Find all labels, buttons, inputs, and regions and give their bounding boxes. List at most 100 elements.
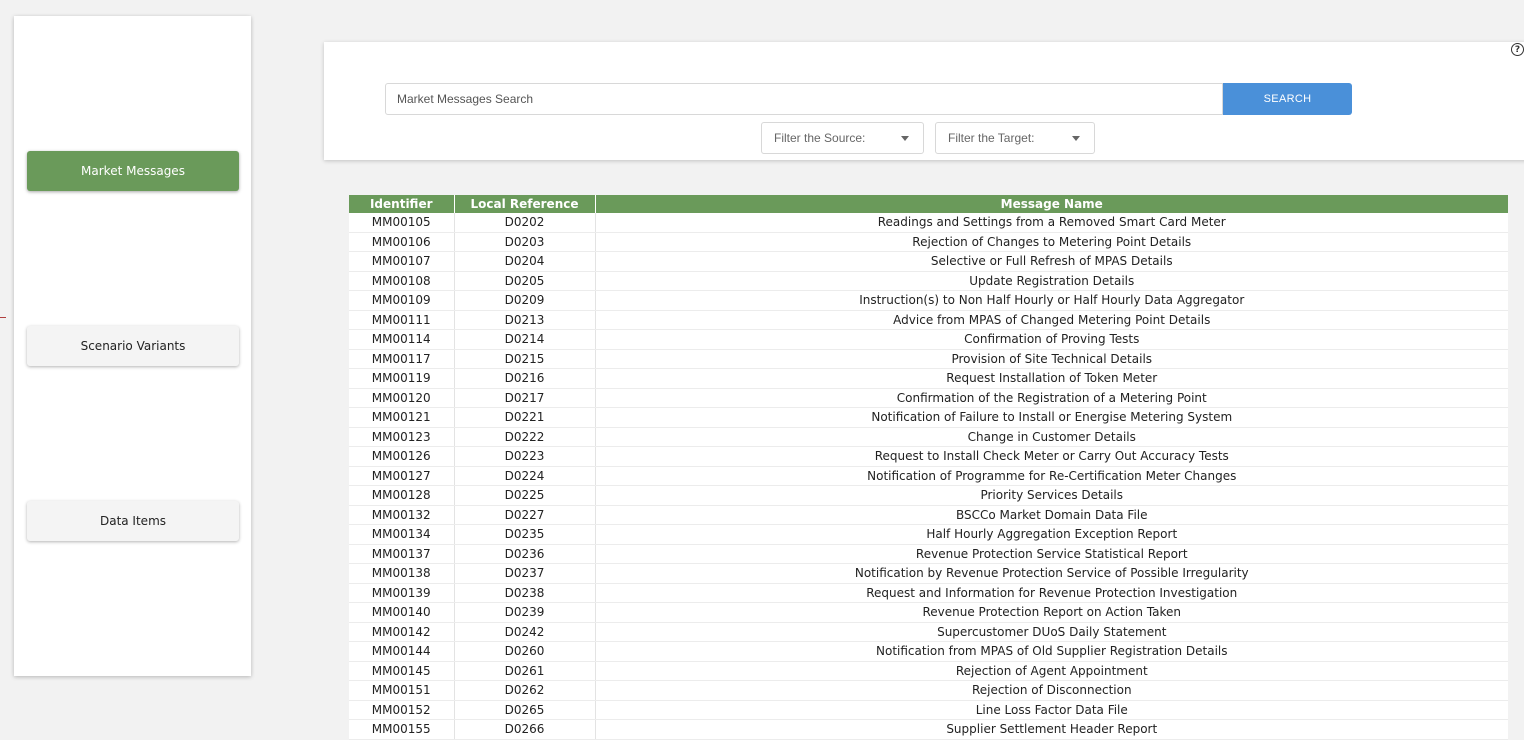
table-row[interactable]: MM00144 D0260 Notification from MPAS of Ol… xyxy=(349,641,1508,662)
cell-identifier: MM00105 xyxy=(349,213,455,233)
cell-message-name: Revenue Protection Report on Action Take… xyxy=(595,602,1508,623)
column-header-identifier[interactable]: Identifier xyxy=(349,195,455,213)
table-row[interactable]: MM00107 D0204 Selective or Full Refresh of… xyxy=(349,251,1508,272)
cell-identifier: MM00138 xyxy=(349,563,455,584)
cell-local-reference: D0202 xyxy=(454,213,596,233)
cell-message-name: Notification by Revenue Protection Servi… xyxy=(595,563,1508,584)
cell-identifier: MM00108 xyxy=(349,271,455,291)
cell-local-reference: D0205 xyxy=(454,271,596,291)
cell-message-name: Provision of Site Technical Details xyxy=(595,349,1508,369)
sidebar: Market Messages Scenario Variants Data I… xyxy=(14,16,251,676)
cell-message-name: Rejection of Agent Appointment xyxy=(595,661,1508,681)
chevron-down-icon xyxy=(901,136,909,141)
filter-source-select[interactable]: Filter the Source: xyxy=(761,122,924,154)
table-row[interactable]: MM00121 D0221 Notification of Failure to I… xyxy=(349,407,1508,428)
table-row[interactable]: MM00139 D0238 Request and Information for … xyxy=(349,583,1508,603)
table-row[interactable]: MM00120 D0217 Confirmation of the Registra… xyxy=(349,388,1508,408)
table-row[interactable]: MM00138 D0237 Notification by Revenue Prot… xyxy=(349,563,1508,584)
cell-message-name: Supplier Settlement Header Report xyxy=(595,719,1508,740)
cell-identifier: MM00144 xyxy=(349,641,455,662)
cell-message-name: Notification of Failure to Install or En… xyxy=(595,407,1508,428)
table-row[interactable]: MM00106 D0203 Rejection of Changes to Mete… xyxy=(349,232,1508,252)
table-row[interactable]: MM00132 D0227 BSCCo Market Domain Data Fil… xyxy=(349,505,1508,525)
search-button[interactable]: SEARCH xyxy=(1223,83,1352,115)
cell-local-reference: D0262 xyxy=(454,680,596,701)
cell-identifier: MM00152 xyxy=(349,700,455,720)
cell-message-name: Line Loss Factor Data File xyxy=(595,700,1508,720)
cell-message-name: Request and Information for Revenue Prot… xyxy=(595,583,1508,603)
sidebar-item-data-items[interactable]: Data Items xyxy=(27,501,239,541)
table-row[interactable]: MM00155 D0266 Supplier Settlement Header R… xyxy=(349,719,1508,740)
column-header-message-name[interactable]: Message Name xyxy=(595,195,1508,213)
cell-message-name: Confirmation of the Registration of a Me… xyxy=(595,388,1508,408)
cell-message-name: Request to Install Check Meter or Carry … xyxy=(595,446,1508,467)
cell-local-reference: D0215 xyxy=(454,349,596,369)
cell-identifier: MM00121 xyxy=(349,407,455,428)
table-row[interactable]: MM00105 D0202 Readings and Settings from a… xyxy=(349,213,1508,233)
table-row[interactable]: MM00151 D0262 Rejection of Disconnection xyxy=(349,680,1508,701)
table-header-row: Identifier Local Reference Message Name xyxy=(349,195,1508,213)
cell-identifier: MM00151 xyxy=(349,680,455,701)
table-row[interactable]: MM00111 D0213 Advice from MPAS of Changed … xyxy=(349,310,1508,330)
cell-message-name: Request Installation of Token Meter xyxy=(595,368,1508,389)
table-row[interactable]: MM00137 D0236 Revenue Protection Service S… xyxy=(349,544,1508,564)
search-panel: SEARCH Filter the Source: Filter the Tar… xyxy=(324,42,1524,160)
cell-message-name: Half Hourly Aggregation Exception Report xyxy=(595,524,1508,545)
cell-local-reference: D0265 xyxy=(454,700,596,720)
table-row[interactable]: MM00123 D0222 Change in Customer Details xyxy=(349,427,1508,447)
help-icon[interactable]: ? xyxy=(1511,43,1524,56)
cell-local-reference: D0223 xyxy=(454,446,596,467)
sidebar-item-label: Market Messages xyxy=(81,164,185,178)
table-row[interactable]: MM00140 D0239 Revenue Protection Report on… xyxy=(349,602,1508,623)
search-input[interactable] xyxy=(385,83,1223,115)
sidebar-item-scenario-variants[interactable]: Scenario Variants xyxy=(27,326,239,366)
cell-identifier: MM00139 xyxy=(349,583,455,603)
cell-local-reference: D0221 xyxy=(454,407,596,428)
table-row[interactable]: MM00134 D0235 Half Hourly Aggregation Exce… xyxy=(349,524,1508,545)
cell-identifier: MM00119 xyxy=(349,368,455,389)
table-row[interactable]: MM00119 D0216 Request Installation of Toke… xyxy=(349,368,1508,389)
cell-local-reference: D0209 xyxy=(454,290,596,311)
cell-local-reference: D0222 xyxy=(454,427,596,447)
cell-local-reference: D0266 xyxy=(454,719,596,740)
filter-source-label: Filter the Source: xyxy=(774,131,866,145)
filter-target-label: Filter the Target: xyxy=(948,131,1035,145)
cell-local-reference: D0261 xyxy=(454,661,596,681)
cell-identifier: MM00134 xyxy=(349,524,455,545)
filter-target-select[interactable]: Filter the Target: xyxy=(935,122,1095,154)
table-row[interactable]: MM00145 D0261 Rejection of Agent Appointme… xyxy=(349,661,1508,681)
table-row[interactable]: MM00109 D0209 Instruction(s) to Non Half H… xyxy=(349,290,1508,311)
cell-identifier: MM00106 xyxy=(349,232,455,252)
cell-identifier: MM00128 xyxy=(349,485,455,506)
cell-local-reference: D0203 xyxy=(454,232,596,252)
cell-identifier: MM00155 xyxy=(349,719,455,740)
table-row[interactable]: MM00126 D0223 Request to Install Check Met… xyxy=(349,446,1508,467)
table-row[interactable]: MM00114 D0214 Confirmation of Proving Test… xyxy=(349,329,1508,350)
cell-local-reference: D0236 xyxy=(454,544,596,564)
sidebar-item-market-messages[interactable]: Market Messages xyxy=(27,151,239,191)
table-row[interactable]: MM00108 D0205 Update Registration Details xyxy=(349,271,1508,291)
cell-message-name: Rejection of Changes to Metering Point D… xyxy=(595,232,1508,252)
cell-message-name: Notification from MPAS of Old Supplier R… xyxy=(595,641,1508,662)
cell-identifier: MM00117 xyxy=(349,349,455,369)
cell-identifier: MM00137 xyxy=(349,544,455,564)
cell-message-name: Instruction(s) to Non Half Hourly or Hal… xyxy=(595,290,1508,311)
cell-message-name: Change in Customer Details xyxy=(595,427,1508,447)
cell-identifier: MM00142 xyxy=(349,622,455,642)
table-row[interactable]: MM00152 D0265 Line Loss Factor Data File xyxy=(349,700,1508,720)
column-header-local-reference[interactable]: Local Reference xyxy=(454,195,596,213)
cell-identifier: MM00123 xyxy=(349,427,455,447)
cell-local-reference: D0204 xyxy=(454,251,596,272)
table-row[interactable]: MM00142 D0242 Supercustomer DUoS Daily Sta… xyxy=(349,622,1508,642)
cell-message-name: Rejection of Disconnection xyxy=(595,680,1508,701)
cell-local-reference: D0225 xyxy=(454,485,596,506)
table-row[interactable]: MM00117 D0215 Provision of Site Technical … xyxy=(349,349,1508,369)
cell-identifier: MM00132 xyxy=(349,505,455,525)
table-row[interactable]: MM00127 D0224 Notification of Programme fo… xyxy=(349,466,1508,486)
cell-message-name: BSCCo Market Domain Data File xyxy=(595,505,1508,525)
cell-message-name: Update Registration Details xyxy=(595,271,1508,291)
cell-identifier: MM00109 xyxy=(349,290,455,311)
cell-message-name: Readings and Settings from a Removed Sma… xyxy=(595,213,1508,233)
cell-local-reference: D0238 xyxy=(454,583,596,603)
table-row[interactable]: MM00128 D0225 Priority Services Details xyxy=(349,485,1508,506)
